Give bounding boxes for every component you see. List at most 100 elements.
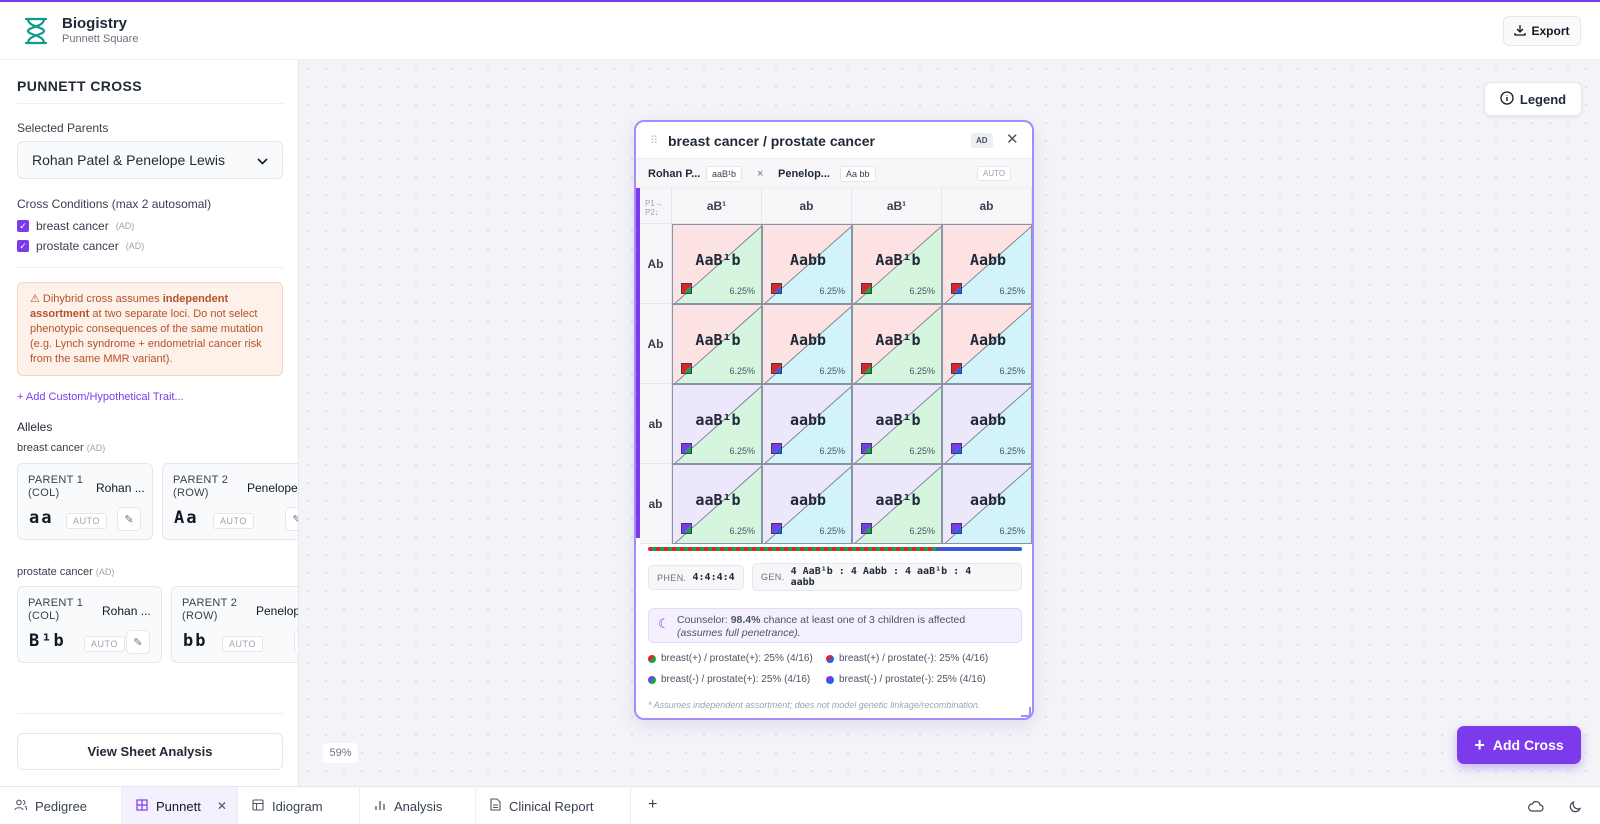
parent2-genotype: Aa bb (840, 166, 876, 182)
cell-genotype: AaB¹b (875, 251, 921, 269)
parents-select[interactable]: Rohan Patel & Penelope Lewis (17, 141, 283, 179)
condition-tag: (AD) (115, 221, 135, 231)
export-label: Export (1531, 24, 1570, 38)
tab-pedigree[interactable]: Pedigree (0, 787, 122, 824)
condition-checkbox-prostate-cancer[interactable]: ✓ prostate cancer (AD) (17, 239, 144, 253)
cross-symbol: × (757, 168, 764, 180)
punnett-cell[interactable]: aabb 6.25% (942, 384, 1032, 464)
cell-genotype: AaB¹b (695, 331, 741, 349)
edit-pencil-icon[interactable]: ✎ (285, 507, 298, 531)
allele-card-breast-p2: PARENT 2 (ROW) Penelope Aa AUTO ✎ (162, 463, 298, 540)
checkbox-checked-icon[interactable]: ✓ (17, 220, 29, 232)
panel-title: breast cancer / prostate cancer (668, 133, 875, 149)
punnett-cell[interactable]: Aabb 6.25% (762, 304, 852, 384)
conditions-label: Cross Conditions (max 2 autosomal) (17, 197, 212, 211)
table-icon (252, 798, 264, 814)
cell-probability: 6.25% (819, 286, 845, 296)
add-cross-button[interactable]: + Add Cross (1457, 726, 1581, 764)
parents-select-value: Rohan Patel & Penelope Lewis (32, 152, 226, 168)
punnett-cell[interactable]: AaB¹b 6.25% (672, 304, 762, 384)
parent-name: Rohan ... (102, 604, 151, 618)
cell-genotype: aabb (969, 491, 1007, 509)
column-gamete-header: ab (762, 188, 852, 224)
bar-chart-icon (374, 799, 386, 814)
punnett-cell[interactable]: Aabb 6.25% (942, 224, 1032, 304)
counselor-note-italic: (assumes full penetrance). (677, 627, 801, 639)
edit-pencil-icon[interactable]: ✎ (117, 507, 141, 531)
row-gamete-header: Ab (640, 304, 672, 384)
locus-tag: (AD) (86, 443, 106, 453)
drag-handle-icon[interactable]: ⠿ (650, 134, 658, 147)
cell-probability: 6.25% (999, 526, 1025, 536)
punnett-cell[interactable]: aaB¹b 6.25% (852, 384, 942, 464)
cell-genotype: aaB¹b (695, 491, 741, 509)
punnett-cell[interactable]: AaB¹b 6.25% (852, 304, 942, 384)
phen-label: PHEN. (657, 572, 687, 583)
phenotype-swatch (771, 523, 782, 534)
condition-checkbox-breast-cancer[interactable]: ✓ breast cancer (AD) (17, 219, 134, 233)
auto-badge: AUTO (977, 166, 1012, 181)
phenotype-item: breast(+) / prostate(+): 25% (4/16) (648, 653, 813, 664)
add-tab-button[interactable]: + (648, 796, 657, 814)
phenotype-swatch (681, 283, 692, 294)
parent2-name: Penelop... (778, 168, 830, 180)
tab-analysis[interactable]: Analysis (360, 787, 476, 824)
punnett-cell[interactable]: aabb 6.25% (942, 464, 1032, 544)
cell-probability: 6.25% (819, 526, 845, 536)
phenotype-swatch (951, 283, 962, 294)
phenotype-stripe-segment (936, 547, 1022, 551)
add-custom-trait-link[interactable]: + Add Custom/Hypothetical Trait... (17, 391, 184, 403)
dark-mode-moon-icon[interactable] (1563, 794, 1587, 818)
punnett-cell[interactable]: aabb 6.25% (762, 384, 852, 464)
app-title: Biogistry (62, 15, 128, 32)
phenotype-swatch (951, 363, 962, 374)
phenotype-swatch (861, 363, 872, 374)
phenotype-dot (826, 654, 834, 663)
export-button[interactable]: Export (1503, 16, 1581, 46)
view-sheet-analysis-button[interactable]: View Sheet Analysis (17, 733, 283, 770)
resize-handle-icon[interactable] (1021, 707, 1031, 717)
punnett-cell[interactable]: aabb 6.25% (762, 464, 852, 544)
phenotype-dot (648, 654, 656, 663)
punnett-cell[interactable]: AaB¹b 6.25% (852, 224, 942, 304)
auto-badge: AUTO (84, 636, 125, 652)
cell-probability: 6.25% (819, 366, 845, 376)
condition-name: breast cancer (36, 219, 109, 233)
punnett-cell[interactable]: Aabb 6.25% (762, 224, 852, 304)
punnett-cell[interactable]: aaB¹b 6.25% (672, 464, 762, 544)
legend-button[interactable]: Legend (1484, 82, 1582, 116)
independent-assortment-warning: ⚠ Dihybrid cross assumes independent ass… (17, 282, 283, 376)
dna-logo-icon (22, 16, 50, 46)
edit-pencil-icon[interactable]: ✎ (126, 630, 150, 654)
punnett-cell[interactable]: AaB¹b 6.25% (672, 224, 762, 304)
genotype-value: bb (183, 631, 208, 651)
punnett-panel[interactable]: ⠿ breast cancer / prostate cancer AD ✕ R… (634, 120, 1034, 720)
genotype-ratio-chip: GEN. 4 AaB¹b : 4 Aabb : 4 aaB¹b : 4 aabb (752, 563, 1022, 591)
tab-label: Analysis (394, 798, 443, 814)
punnett-cell[interactable]: aaB¹b 6.25% (672, 384, 762, 464)
phenotype-label: breast(+) / prostate(+): 25% (4/16) (661, 653, 813, 664)
punnett-cell[interactable]: Aabb 6.25% (942, 304, 1032, 384)
cell-genotype: AaB¹b (695, 251, 741, 269)
locus-name: prostate cancer (17, 566, 93, 578)
auto-badge: AUTO (222, 636, 263, 652)
cell-probability: 6.25% (729, 286, 755, 296)
tab-punnett[interactable]: Punnett ✕ (122, 787, 238, 824)
tab-idiogram[interactable]: Idiogram (238, 787, 360, 824)
tab-clinical-report[interactable]: Clinical Report (476, 787, 631, 824)
close-tab-icon[interactable]: ✕ (217, 799, 227, 813)
tab-label: Clinical Report (509, 798, 594, 814)
phenotype-label: breast(-) / prostate(-): 25% (4/16) (839, 674, 986, 685)
parent-name: Rohan ... (96, 481, 145, 495)
cell-probability: 6.25% (729, 366, 755, 376)
cloud-icon[interactable] (1524, 794, 1548, 818)
phenotype-item: breast(-) / prostate(-): 25% (4/16) (826, 674, 986, 685)
counselor-text: chance at least one of 3 children is aff… (760, 614, 966, 626)
checkbox-checked-icon[interactable]: ✓ (17, 240, 29, 252)
inheritance-badge: AD (971, 133, 993, 148)
close-icon[interactable]: ✕ (1006, 130, 1019, 148)
gen-value-line: aabb (790, 577, 815, 588)
cell-genotype: Aabb (969, 251, 1007, 269)
tab-label: Punnett (156, 798, 201, 814)
punnett-cell[interactable]: aaB¹b 6.25% (852, 464, 942, 544)
